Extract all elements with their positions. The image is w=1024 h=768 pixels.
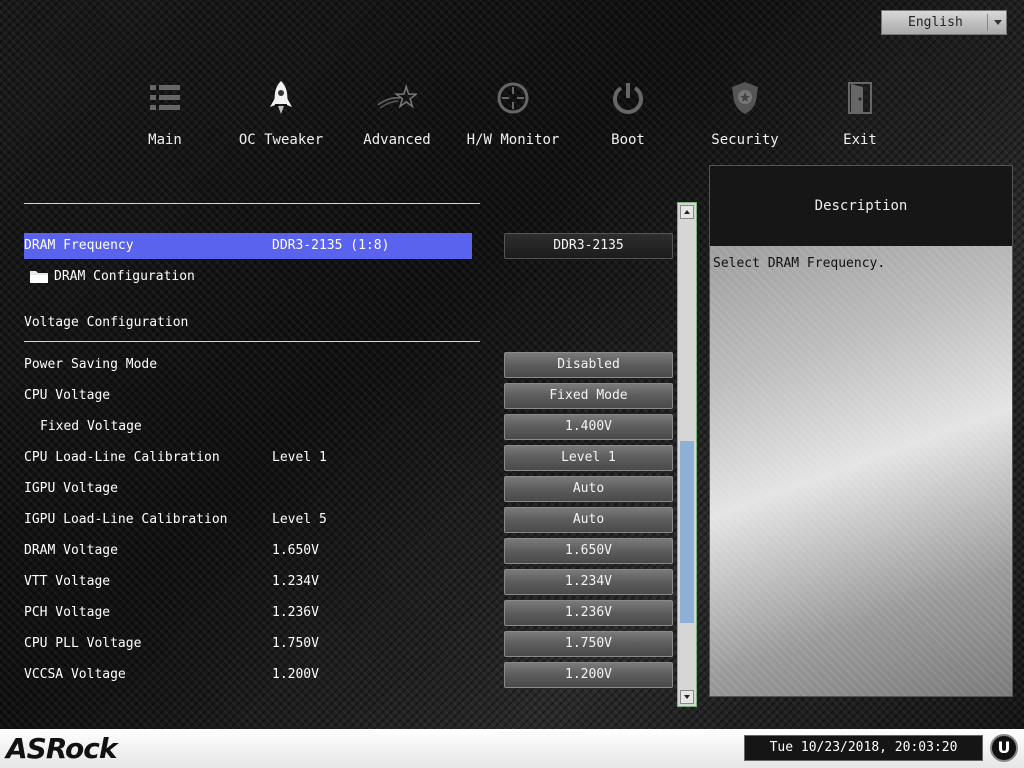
tab-advanced-label: Advanced <box>363 132 431 148</box>
top-nav: Main OC Tweaker Advanced H/W Monitor Boo… <box>0 76 1024 156</box>
u-badge-icon[interactable]: U <box>990 734 1018 762</box>
tab-boot-label: Boot <box>611 132 645 148</box>
arrow-up-icon <box>684 210 690 214</box>
language-select-value: English <box>908 15 963 30</box>
scroll-up-button[interactable] <box>680 205 694 219</box>
option-power-saving-mode[interactable]: Disabled <box>504 352 673 378</box>
tab-security-label: Security <box>711 132 779 148</box>
option-pch-voltage[interactable]: 1.236V <box>504 600 673 626</box>
setting-label-igpu-voltage[interactable]: IGPU Voltage <box>24 477 118 501</box>
door-icon <box>840 76 880 120</box>
option-cpu-voltage[interactable]: Fixed Mode <box>504 383 673 409</box>
datetime-display: Tue 10/23/2018, 20:03:20 <box>744 735 983 761</box>
setting-label-cpu-llc[interactable]: CPU Load-Line Calibration <box>24 446 220 470</box>
arrow-down-icon <box>684 695 690 699</box>
tab-oc-tweaker[interactable]: OC Tweaker <box>226 76 336 156</box>
setting-label-power-saving-mode[interactable]: Power Saving Mode <box>24 353 157 377</box>
tab-oc-tweaker-label: OC Tweaker <box>238 132 324 148</box>
language-select[interactable]: English <box>881 10 1007 35</box>
setting-value-vccsa-voltage: 1.200V <box>272 667 319 682</box>
option-dram-voltage[interactable]: 1.650V <box>504 538 673 564</box>
tab-hw-monitor-label: H/W Monitor <box>466 132 560 148</box>
tab-hw-monitor[interactable]: H/W Monitor <box>458 76 568 156</box>
setting-value-cpu-pll-voltage: 1.750V <box>272 636 319 651</box>
setting-label-fixed-voltage[interactable]: Fixed Voltage <box>40 415 142 439</box>
setting-value-dram-frequency: DDR3-2135 (1:8) <box>272 238 390 253</box>
option-vtt-voltage[interactable]: 1.234V <box>504 569 673 595</box>
option-cpu-pll-voltage[interactable]: 1.750V <box>504 631 673 657</box>
setting-label-dram-frequency[interactable]: DRAM Frequency <box>24 234 134 258</box>
power-icon <box>608 76 648 120</box>
footer-bar: ASRock Tue 10/23/2018, 20:03:20 U <box>0 729 1024 768</box>
shield-icon <box>725 76 765 120</box>
section-divider <box>24 203 480 204</box>
tab-main[interactable]: Main <box>110 76 220 156</box>
setting-value-pch-voltage: 1.236V <box>272 605 319 620</box>
brand-logo: ASRock <box>6 732 117 765</box>
description-panel: Description Select DRAM Frequency. <box>709 165 1013 697</box>
settings-scrollbar[interactable] <box>677 202 697 707</box>
setting-label-vtt-voltage[interactable]: VTT Voltage <box>24 570 110 594</box>
submenu-dram-configuration[interactable]: DRAM Configuration <box>54 265 195 289</box>
setting-label-igpu-llc[interactable]: IGPU Load-Line Calibration <box>24 508 228 532</box>
tab-boot[interactable]: Boot <box>573 76 683 156</box>
setting-label-vccsa-voltage[interactable]: VCCSA Voltage <box>24 663 126 687</box>
crosshair-icon <box>493 76 533 120</box>
tab-exit[interactable]: Exit <box>805 76 915 156</box>
folder-icon <box>30 271 48 283</box>
option-vccsa-voltage[interactable]: 1.200V <box>504 662 673 688</box>
tab-security[interactable]: Security <box>690 76 800 156</box>
scroll-down-button[interactable] <box>680 690 694 704</box>
option-cpu-llc[interactable]: Level 1 <box>504 445 673 471</box>
setting-label-pch-voltage[interactable]: PCH Voltage <box>24 601 110 625</box>
setting-label-cpu-voltage[interactable]: CPU Voltage <box>24 384 110 408</box>
star-icon <box>377 76 417 120</box>
option-fixed-voltage[interactable]: 1.400V <box>504 414 673 440</box>
language-select-divider <box>987 14 988 31</box>
list-icon <box>145 76 185 120</box>
setting-value-dram-voltage: 1.650V <box>272 543 319 558</box>
rocket-icon <box>261 76 301 120</box>
setting-value-vtt-voltage: 1.234V <box>272 574 319 589</box>
scroll-thumb[interactable] <box>680 441 694 623</box>
chevron-down-icon <box>994 20 1002 25</box>
setting-value-igpu-llc: Level 5 <box>272 512 327 527</box>
tab-main-label: Main <box>148 132 182 148</box>
description-text: Select DRAM Frequency. <box>713 256 886 271</box>
setting-label-cpu-pll-voltage[interactable]: CPU PLL Voltage <box>24 632 141 656</box>
section-title-voltage: Voltage Configuration <box>24 315 189 330</box>
description-title: Description <box>710 166 1012 246</box>
setting-label-dram-voltage[interactable]: DRAM Voltage <box>24 539 118 563</box>
option-igpu-llc[interactable]: Auto <box>504 507 673 533</box>
option-dram-frequency[interactable]: DDR3-2135 <box>504 233 673 259</box>
tab-advanced[interactable]: Advanced <box>342 76 452 156</box>
setting-value-cpu-llc: Level 1 <box>272 450 327 465</box>
section-divider-voltage <box>24 341 480 342</box>
option-igpu-voltage[interactable]: Auto <box>504 476 673 502</box>
tab-exit-label: Exit <box>843 132 877 148</box>
